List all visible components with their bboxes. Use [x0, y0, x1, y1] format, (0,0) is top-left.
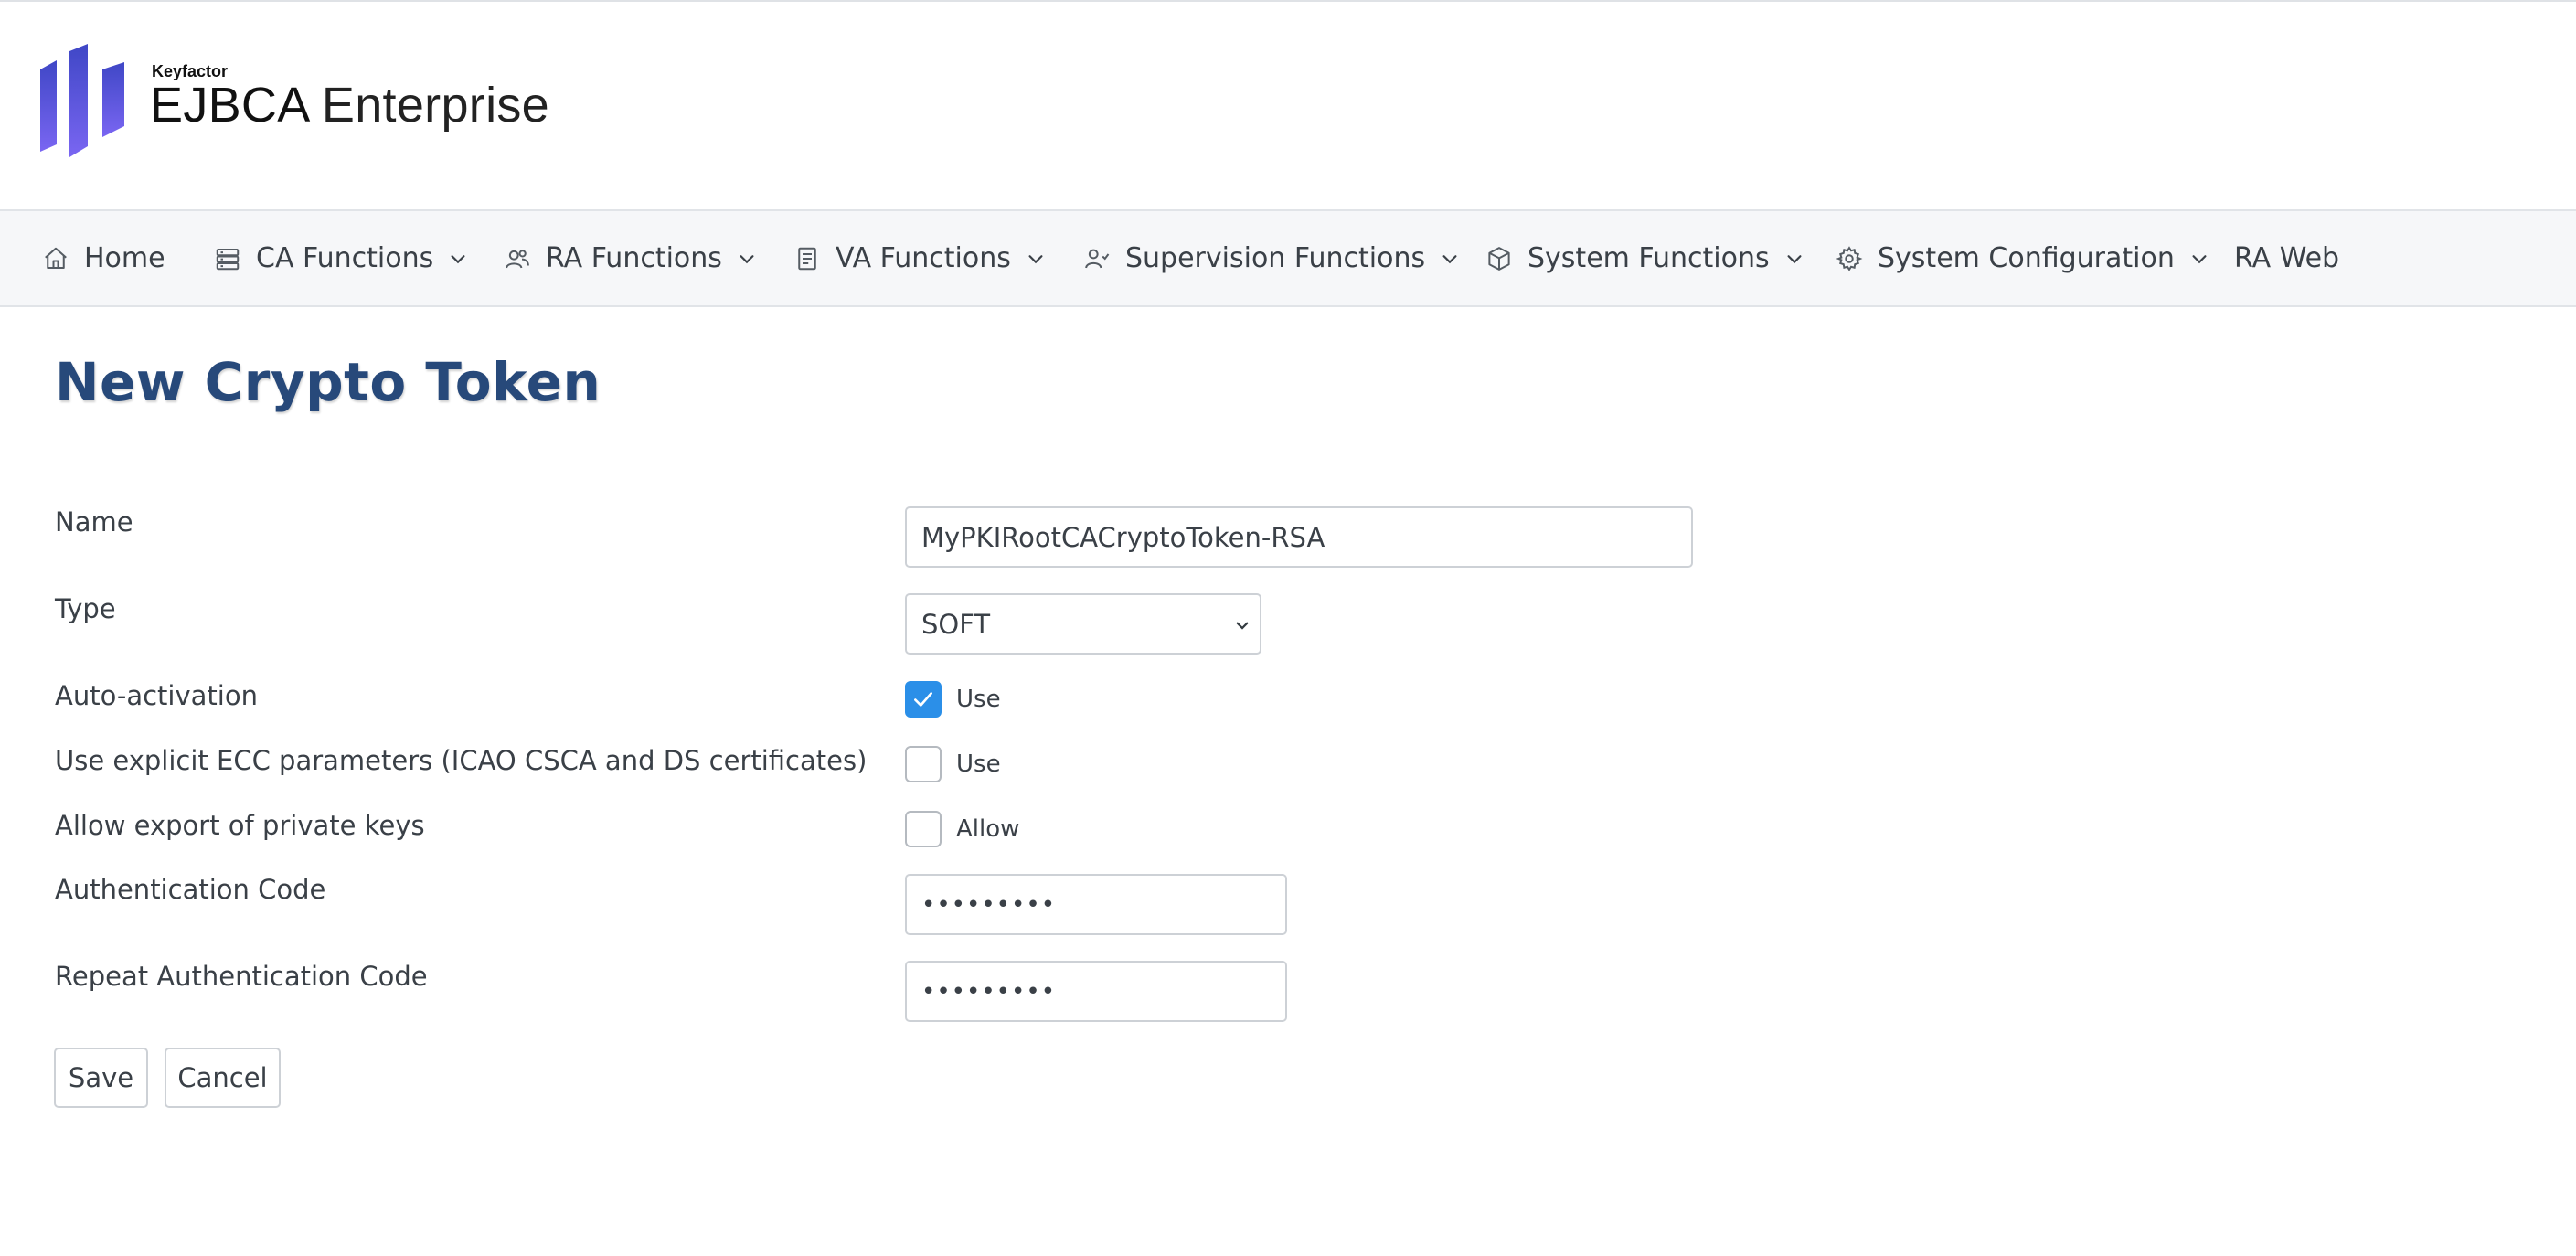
- chevron-down-icon: [451, 254, 465, 263]
- repeat-auth-code-label: Repeat Authentication Code: [55, 961, 428, 992]
- explicit-ecc-label: Use explicit ECC parameters (ICAO CSCA a…: [55, 745, 868, 776]
- allow-export-label: Allow export of private keys: [55, 810, 425, 841]
- user-check-icon: [1085, 249, 1110, 268]
- nav-ra-web-label: RA Web: [2234, 242, 2340, 274]
- name-input[interactable]: MyPKIRootCACryptoToken-RSA: [905, 506, 1693, 568]
- gear-icon: [1836, 245, 1863, 271]
- allow-export-option: Allow: [956, 815, 1020, 843]
- chevron-down-icon: [1236, 622, 1249, 630]
- nav-home-label: Home: [84, 242, 165, 274]
- chevron-down-icon: [2192, 254, 2207, 263]
- nav-supervision-functions-label: Supervision Functions: [1125, 242, 1426, 274]
- page-title: New Crypto Token: [55, 351, 601, 413]
- nav-va-functions-label: VA Functions: [836, 242, 1011, 274]
- chevron-down-icon: [1028, 254, 1043, 263]
- nav-ra-functions-label: RA Functions: [546, 242, 722, 274]
- repeat-auth-code-input[interactable]: •••••••••: [905, 961, 1287, 1022]
- cube-icon: [1488, 246, 1510, 271]
- type-label: Type: [55, 593, 116, 624]
- check-icon: [914, 692, 932, 707]
- brand-product: EJBCA Enterprise: [150, 77, 549, 133]
- explicit-ecc-field: Use: [905, 746, 1001, 782]
- nav-ra-functions[interactable]: RA Functions: [504, 211, 757, 305]
- auth-code-label: Authentication Code: [55, 874, 326, 905]
- nav-system-configuration[interactable]: System Configuration: [1836, 211, 2209, 305]
- auth-code-masked-value: •••••••••: [921, 890, 1057, 919]
- chevron-down-icon: [740, 254, 754, 263]
- allow-export-checkbox[interactable]: [905, 811, 942, 847]
- chevron-down-icon: [1787, 254, 1802, 263]
- nav-ca-functions-label: CA Functions: [256, 242, 434, 274]
- top-border: [0, 0, 2576, 2]
- nav-va-functions[interactable]: VA Functions: [793, 211, 1046, 305]
- auth-code-input[interactable]: •••••••••: [905, 874, 1287, 935]
- save-button[interactable]: Save: [54, 1048, 148, 1108]
- nav-system-configuration-label: System Configuration: [1878, 242, 2175, 274]
- server-icon: [216, 248, 240, 270]
- explicit-ecc-option: Use: [956, 750, 1001, 778]
- nav-supervision-functions[interactable]: Supervision Functions: [1083, 211, 1460, 305]
- home-icon: [45, 247, 67, 269]
- name-label: Name: [55, 506, 133, 538]
- nav-home[interactable]: Home: [42, 211, 165, 305]
- cancel-button[interactable]: Cancel: [165, 1048, 281, 1108]
- explicit-ecc-checkbox[interactable]: [905, 746, 942, 782]
- nav-system-functions-label: System Functions: [1528, 242, 1770, 274]
- ejbca-logo-mark-icon: [40, 44, 124, 157]
- type-select[interactable]: SOFT: [905, 593, 1261, 655]
- type-select-value: SOFT: [921, 608, 991, 640]
- nav-ra-web[interactable]: RA Web: [2234, 211, 2339, 305]
- repeat-auth-code-masked-value: •••••••••: [921, 977, 1057, 1006]
- auto-activation-field: Use: [905, 681, 1001, 718]
- nav-ca-functions[interactable]: CA Functions: [214, 211, 468, 305]
- users-icon: [506, 249, 529, 268]
- name-input-value: MyPKIRootCACryptoToken-RSA: [921, 521, 1325, 553]
- brand-edition: Enterprise: [321, 78, 550, 133]
- main-navbar: Home CA Functions RA Functions VA Functi…: [0, 209, 2576, 307]
- nav-system-functions[interactable]: System Functions: [1485, 211, 1804, 305]
- allow-export-field: Allow: [905, 811, 1019, 847]
- auto-activation-checkbox[interactable]: [905, 681, 942, 718]
- auto-activation-option: Use: [956, 686, 1001, 713]
- document-icon: [798, 247, 816, 270]
- brand-logo[interactable]: Keyfactor EJBCA Enterprise: [37, 44, 549, 163]
- chevron-down-icon: [1442, 254, 1457, 263]
- auto-activation-label: Auto-activation: [55, 680, 258, 711]
- brand-product-name: EJBCA: [150, 78, 308, 133]
